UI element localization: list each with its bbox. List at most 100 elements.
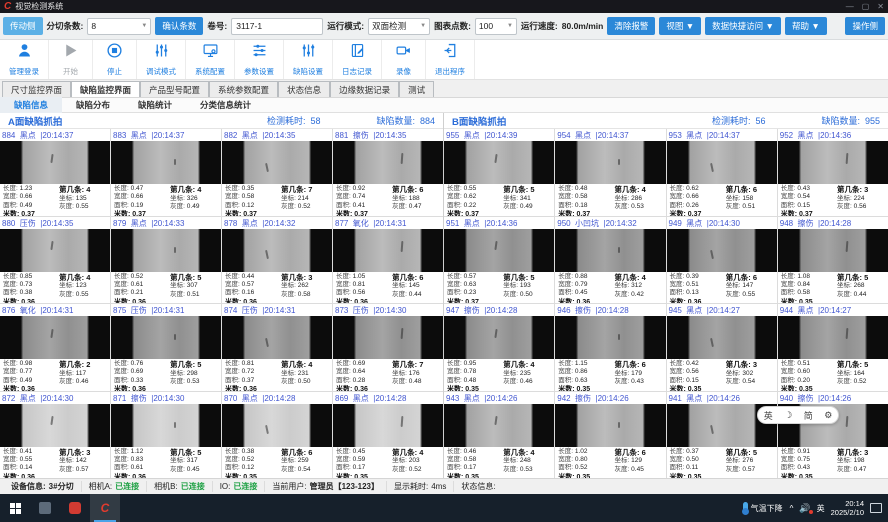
main-tab-1[interactable]: 尺寸监控界面 bbox=[2, 81, 71, 97]
defect-card[interactable]: 946 擦伤 |20:14:28长度: 1.15宽度: 0.86面积: 0.63… bbox=[555, 304, 665, 391]
defect-card-header: 953 黑点 |20:14:37 bbox=[667, 129, 777, 141]
defect-card-info: 长度: 0.57宽度: 0.63面积: 0.23米数: 0.37第几条: 5坐标… bbox=[444, 272, 554, 304]
taskbar-pinned-app[interactable] bbox=[30, 494, 60, 522]
close-button[interactable]: ✕ bbox=[877, 2, 884, 11]
slit-count-select[interactable]: 8▼ bbox=[87, 18, 151, 35]
view-menu-button[interactable]: 视图 ▼ bbox=[659, 17, 701, 35]
app-window: C 视觉检测系统 — ▢ ✕ 传动侧 分切条数: 8▼ 确认条数 卷号: 311… bbox=[0, 0, 888, 522]
defect-card[interactable]: 871 擦伤 |20:14:30长度: 1.12宽度: 0.83面积: 0.61… bbox=[111, 392, 221, 479]
weather-widget[interactable]: 气温下降 bbox=[743, 502, 783, 514]
defect-card[interactable]: 943 黑点 |20:14:26长度: 0.46宽度: 0.58面积: 0.17… bbox=[444, 392, 554, 479]
ime-settings-gear-icon[interactable]: ⚙ bbox=[824, 410, 832, 421]
defect-card[interactable]: 881 擦伤 |20:14:35长度: 0.92宽度: 0.74面积: 0.41… bbox=[333, 129, 443, 216]
data-quick-access-button[interactable]: 数据快捷访问 ▼ bbox=[705, 17, 781, 35]
debug-mode-button[interactable]: 调试模式 bbox=[137, 40, 186, 79]
defect-card[interactable]: 875 压伤 |20:14:31长度: 0.76宽度: 0.69面积: 0.33… bbox=[111, 304, 221, 391]
ime-halfwidth-icon[interactable]: ☽ bbox=[784, 410, 792, 421]
defect-card-header: 880 压伤 |20:14:35 bbox=[0, 217, 110, 229]
defect-card[interactable]: 955 黑点 |20:14:39长度: 0.55宽度: 0.62面积: 0.22… bbox=[444, 129, 554, 216]
defect-card[interactable]: 877 氧化 |20:14:31 长度: 1.05宽度: 0.81面积: 0.56… bbox=[333, 217, 443, 304]
system-config-button[interactable]: 系统配置 bbox=[186, 40, 235, 79]
start-button[interactable]: 开始 bbox=[49, 40, 93, 79]
defect-card-info: 长度: 1.05宽度: 0.81面积: 0.56米数: 0.36第几条: 6坐标… bbox=[333, 272, 443, 304]
ime-english-toggle[interactable]: 英 bbox=[764, 409, 773, 422]
defect-card[interactable]: 952 黑点 |20:14:36长度: 0.43宽度: 0.54面积: 0.15… bbox=[778, 129, 888, 216]
roll-number-input[interactable]: 3117-1 bbox=[231, 18, 323, 35]
tray-expand-arrow-icon[interactable]: ^ bbox=[790, 504, 794, 513]
defect-card[interactable]: 873 压伤 |20:14:30长度: 0.69宽度: 0.64面积: 0.28… bbox=[333, 304, 443, 391]
defect-card[interactable]: 947 擦伤 |20:14:28长度: 0.95宽度: 0.78面积: 0.48… bbox=[444, 304, 554, 391]
defect-card[interactable]: 874 压伤 |20:14:31长度: 0.81宽度: 0.72面积: 0.37… bbox=[222, 304, 332, 391]
log-record-button[interactable]: 日志记录 bbox=[333, 40, 382, 79]
defect-card-info: 长度: 0.39宽度: 0.51面积: 0.13米数: 0.36第几条: 6坐标… bbox=[667, 272, 777, 304]
defect-card-info: 长度: 1.12宽度: 0.83面积: 0.61米数: 0.36第几条: 5坐标… bbox=[111, 447, 221, 479]
main-tab-4[interactable]: 系统参数配置 bbox=[209, 81, 278, 97]
video-record-button[interactable]: 录像 bbox=[382, 40, 426, 79]
defect-settings-button[interactable]: 缺陷设置 bbox=[284, 40, 333, 79]
sub-tab-3[interactable]: 缺陷统计 bbox=[124, 97, 186, 113]
defect-card-header: 877 氧化 |20:14:31 bbox=[333, 217, 443, 229]
main-tab-2[interactable]: 缺陷监控界面 bbox=[71, 81, 140, 97]
ime-simplified-toggle[interactable]: 简 bbox=[804, 409, 813, 422]
defect-card[interactable]: 942 擦伤 |20:14:26长度: 1.02宽度: 0.80面积: 0.52… bbox=[555, 392, 665, 479]
exit-program-button[interactable]: 退出程序 bbox=[426, 40, 475, 79]
defect-card[interactable]: 951 黑点 |20:14:36长度: 0.57宽度: 0.63面积: 0.23… bbox=[444, 217, 554, 304]
defect-card[interactable]: 872 黑点 |20:14:30长度: 0.41宽度: 0.55面积: 0.14… bbox=[0, 392, 110, 479]
chart-points-select[interactable]: 100▼ bbox=[475, 18, 517, 35]
stop-button[interactable]: 停止 bbox=[93, 40, 137, 79]
taskbar-pinned-app-red[interactable] bbox=[60, 494, 90, 522]
defect-card[interactable]: 953 黑点 |20:14:37长度: 0.62宽度: 0.66面积: 0.26… bbox=[667, 129, 777, 216]
start-button[interactable] bbox=[0, 494, 30, 522]
maximize-button[interactable]: ▢ bbox=[862, 2, 870, 11]
defect-card[interactable]: 870 黑点 |20:14:28长度: 0.38宽度: 0.52面积: 0.12… bbox=[222, 392, 332, 479]
defect-image bbox=[222, 229, 332, 272]
defect-card[interactable]: 954 黑点 |20:14:37长度: 0.48宽度: 0.58面积: 0.18… bbox=[555, 129, 665, 216]
defect-card[interactable]: 876 氧化 |20:14:31长度: 0.98宽度: 0.77面积: 0.49… bbox=[0, 304, 110, 391]
defect-card[interactable]: 940 擦伤 |20:14:26长度: 0.91宽度: 0.75面积: 0.43… bbox=[778, 392, 888, 479]
defect-card-header: 940 擦伤 |20:14:26 bbox=[778, 392, 888, 404]
windows-logo-icon bbox=[10, 503, 21, 514]
defect-card[interactable]: 949 黑点 |20:14:30长度: 0.39宽度: 0.51面积: 0.13… bbox=[667, 217, 777, 304]
param-settings-button[interactable]: 参数设置 bbox=[235, 40, 284, 79]
defect-image bbox=[778, 316, 888, 359]
volume-icon[interactable]: 🔊 bbox=[799, 503, 810, 514]
confirm-count-button[interactable]: 确认条数 bbox=[155, 17, 203, 35]
defect-card[interactable]: 950 小凹坑 |20:14:32长度: 0.88宽度: 0.79面积: 0.4… bbox=[555, 217, 665, 304]
defect-card[interactable]: 880 压伤 |20:14:35长度: 0.85宽度: 0.73面积: 0.38… bbox=[0, 217, 110, 304]
defect-card[interactable]: 869 黑点 |20:14:28长度: 0.45宽度: 0.59面积: 0.17… bbox=[333, 392, 443, 479]
camera-a-status: 已连接 bbox=[115, 481, 139, 492]
defect-card-info: 长度: 0.45宽度: 0.59面积: 0.17米数: 0.35第几条: 4坐标… bbox=[333, 447, 443, 479]
defect-card[interactable]: 883 黑点 |20:14:37长度: 0.47宽度: 0.66面积: 0.19… bbox=[111, 129, 221, 216]
operator-side-button[interactable]: 操作侧 bbox=[845, 17, 885, 35]
taskbar-clock[interactable]: 20:14 2025/2/10 bbox=[831, 499, 864, 518]
defect-card[interactable]: 944 黑点 |20:14:27长度: 0.51宽度: 0.60面积: 0.20… bbox=[778, 304, 888, 391]
defect-card[interactable]: 945 黑点 |20:14:27长度: 0.42宽度: 0.56面积: 0.15… bbox=[667, 304, 777, 391]
help-menu-button[interactable]: 帮助 ▼ bbox=[785, 17, 827, 35]
sub-tab-1[interactable]: 缺陷信息 bbox=[0, 97, 62, 113]
defect-card-info: 长度: 0.76宽度: 0.69面积: 0.33米数: 0.36第几条: 5坐标… bbox=[111, 359, 221, 391]
run-speed-value: 80.0m/min bbox=[562, 21, 604, 31]
defect-card[interactable]: 882 黑点 |20:14:35长度: 0.35宽度: 0.58面积: 0.12… bbox=[222, 129, 332, 216]
device-info-value: 3#分切 bbox=[49, 481, 74, 492]
main-tab-7[interactable]: 测试 bbox=[399, 81, 434, 97]
main-tab-3[interactable]: 产品型号配置 bbox=[140, 81, 209, 97]
main-tab-5[interactable]: 状态信息 bbox=[278, 81, 330, 97]
top-toolbar: 传动侧 分切条数: 8▼ 确认条数 卷号: 3117-1 运行模式: 双面检测▼… bbox=[0, 13, 888, 40]
minimize-button[interactable]: — bbox=[846, 2, 854, 11]
defect-card[interactable]: 879 黑点 |20:14:33长度: 0.52宽度: 0.61面积: 0.21… bbox=[111, 217, 221, 304]
admin-login-button[interactable]: 管理登录 bbox=[0, 40, 49, 79]
defect-card[interactable]: 948 擦伤 |20:14:28长度: 1.08宽度: 0.84面积: 0.58… bbox=[778, 217, 888, 304]
defect-card[interactable]: 884 黑点 |20:14:37长度: 1.23宽度: 0.66面积: 0.49… bbox=[0, 129, 110, 216]
sub-tab-2[interactable]: 缺陷分布 bbox=[62, 97, 124, 113]
run-mode-select[interactable]: 双面检测▼ bbox=[368, 18, 430, 35]
ime-language-bar[interactable]: 英 ☽ 简 ⚙ bbox=[757, 406, 839, 424]
main-tab-6[interactable]: 边缘数据记录 bbox=[330, 81, 399, 97]
action-center-icon[interactable] bbox=[870, 503, 882, 513]
sub-tab-4[interactable]: 分类信息统计 bbox=[186, 97, 265, 113]
defect-card[interactable]: 941 黑点 |20:14:26长度: 0.37宽度: 0.50面积: 0.11… bbox=[667, 392, 777, 479]
input-language-indicator[interactable]: 英 bbox=[817, 503, 825, 514]
taskbar-active-app[interactable]: C bbox=[90, 494, 120, 522]
defect-card[interactable]: 878 黑点 |20:14:32长度: 0.44宽度: 0.57面积: 0.16… bbox=[222, 217, 332, 304]
clear-alarm-button[interactable]: 清除报警 bbox=[607, 17, 655, 35]
drive-side-button[interactable]: 传动侧 bbox=[3, 17, 43, 35]
